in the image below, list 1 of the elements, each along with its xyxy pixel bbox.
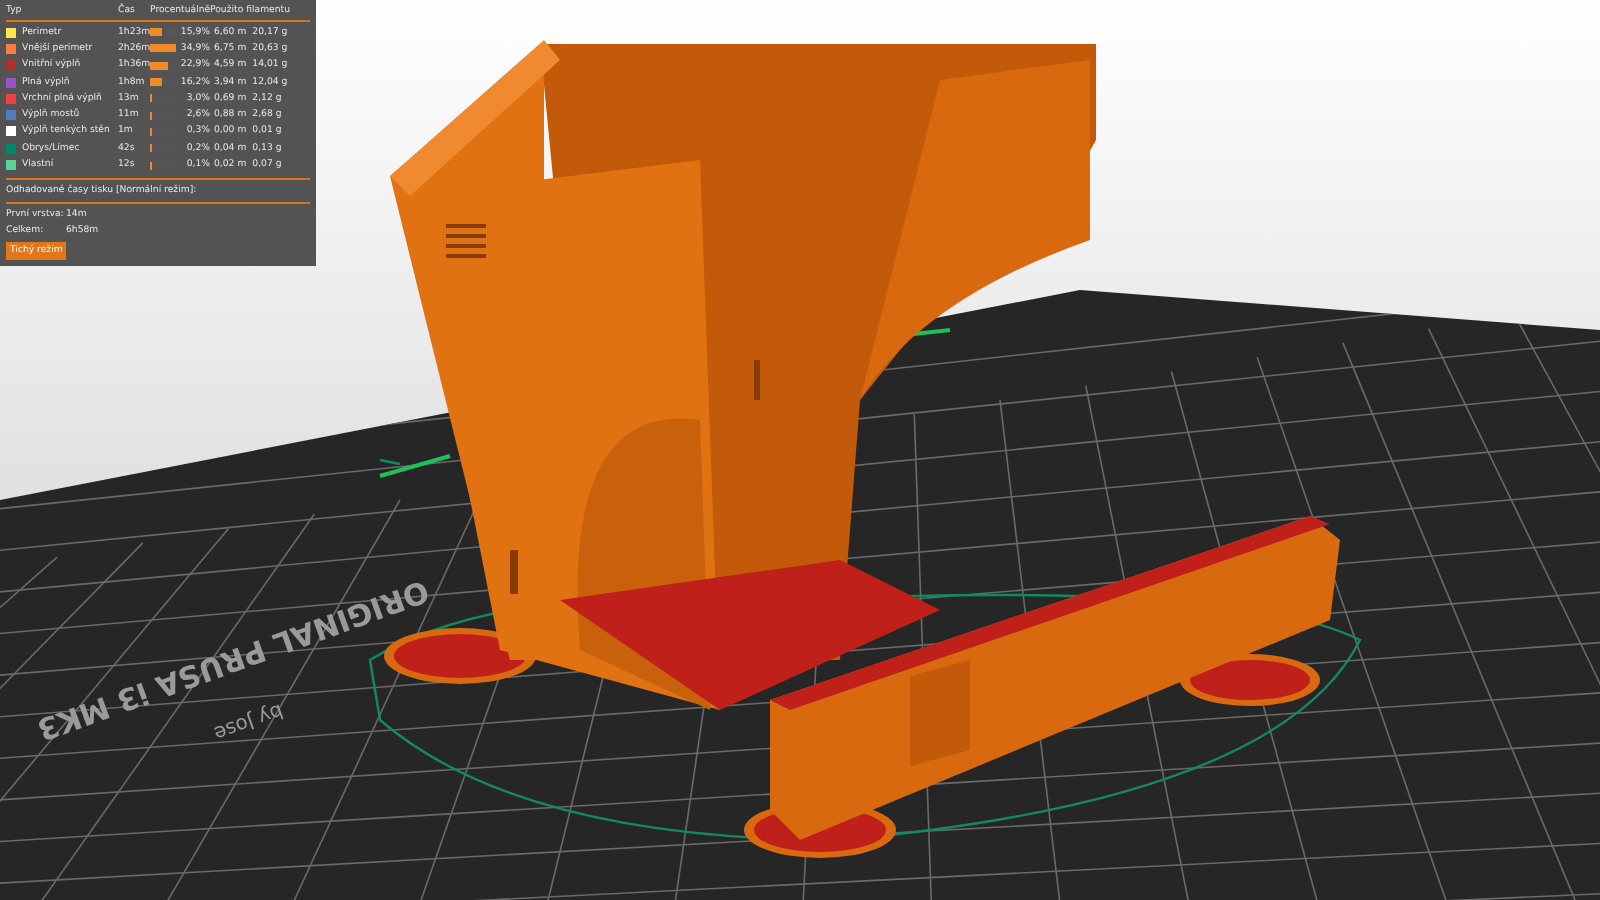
bed-byline-label: by Jose (210, 698, 286, 744)
